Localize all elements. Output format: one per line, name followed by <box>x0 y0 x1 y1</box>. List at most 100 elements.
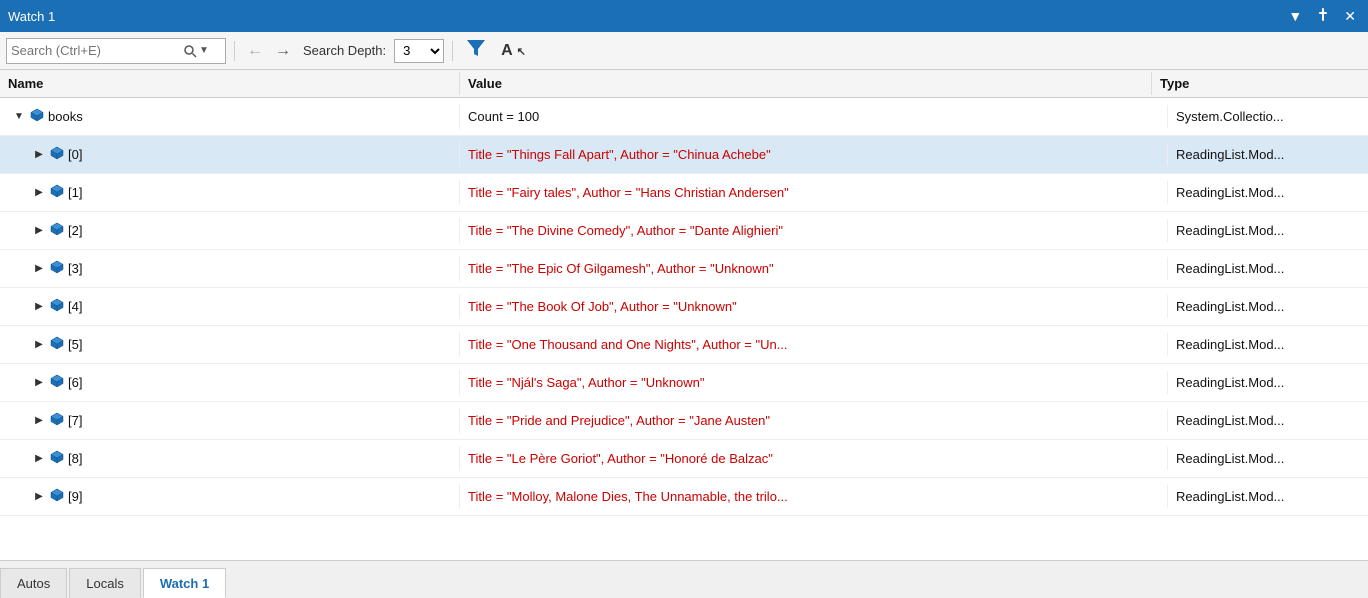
name-text: [7] <box>68 413 82 428</box>
expand-button[interactable]: ▶ <box>32 377 46 388</box>
cube-icon <box>50 222 64 239</box>
cell-name: ▶ [1] <box>0 180 460 205</box>
toolbar-separator-1 <box>234 41 235 61</box>
cell-value: Title = "Le Père Goriot", Author = "Hono… <box>460 447 1168 470</box>
name-text: [2] <box>68 223 82 238</box>
title-bar-title: Watch 1 <box>8 9 1284 24</box>
col-header-value: Value <box>460 72 1152 95</box>
expand-button[interactable]: ▶ <box>32 263 46 274</box>
dropdown-button[interactable]: ▼ <box>1284 7 1306 25</box>
search-box[interactable]: ▼ <box>6 38 226 64</box>
pin-button[interactable] <box>1312 6 1334 26</box>
table-row[interactable]: ▶ [2]Title = "The Divine Comedy", Author… <box>0 212 1368 250</box>
font-button[interactable]: A ↖ <box>495 40 532 62</box>
expand-button[interactable]: ▶ <box>32 301 46 312</box>
name-text: [9] <box>68 489 82 504</box>
toolbar: ▼ ← → Search Depth: 3 1 2 4 5 A ↖ <box>0 32 1368 70</box>
expand-button[interactable]: ▶ <box>32 149 46 160</box>
table-row[interactable]: ▶ [9]Title = "Molloy, Malone Dies, The U… <box>0 478 1368 516</box>
name-text: [4] <box>68 299 82 314</box>
cube-icon <box>50 298 64 315</box>
filter-icon <box>467 40 485 56</box>
title-bar: Watch 1 ▼ ✕ <box>0 0 1368 32</box>
name-text: [5] <box>68 337 82 352</box>
col-header-type: Type <box>1152 72 1352 95</box>
name-text: [8] <box>68 451 82 466</box>
table-row[interactable]: ▶ [6]Title = "Njál's Saga", Author = "Un… <box>0 364 1368 402</box>
expand-button[interactable]: ▼ <box>12 111 26 122</box>
search-icon <box>183 44 197 58</box>
cell-name: ▶ [3] <box>0 256 460 281</box>
table-header: Name Value Type <box>0 70 1368 98</box>
cell-type: System.Collectio... <box>1168 105 1368 128</box>
filter-button[interactable] <box>461 37 491 64</box>
table-row[interactable]: ▶ [7]Title = "Pride and Prejudice", Auth… <box>0 402 1368 440</box>
cell-value: Title = "Njál's Saga", Author = "Unknown… <box>460 371 1168 394</box>
tab-watch1[interactable]: Watch 1 <box>143 568 226 598</box>
table-row[interactable]: ▶ [8]Title = "Le Père Goriot", Author = … <box>0 440 1368 478</box>
font-icon: A <box>501 42 513 59</box>
cell-value: Title = "One Thousand and One Nights", A… <box>460 333 1168 356</box>
cell-type: ReadingList.Mod... <box>1168 219 1368 242</box>
cell-type: ReadingList.Mod... <box>1168 409 1368 432</box>
search-icon-button[interactable]: ▼ <box>181 44 211 58</box>
tab-locals[interactable]: Locals <box>69 568 141 598</box>
cell-type: ReadingList.Mod... <box>1168 143 1368 166</box>
table-row[interactable]: ▼ booksCount = 100System.Collectio... <box>0 98 1368 136</box>
cell-name: ▶ [9] <box>0 484 460 509</box>
expand-button[interactable]: ▶ <box>32 225 46 236</box>
cell-type: ReadingList.Mod... <box>1168 371 1368 394</box>
cube-icon <box>50 146 64 163</box>
search-depth-select[interactable]: 3 1 2 4 5 <box>394 39 444 63</box>
cube-icon <box>50 184 64 201</box>
cell-value: Title = "The Epic Of Gilgamesh", Author … <box>460 257 1168 280</box>
cube-icon <box>50 450 64 467</box>
cube-icon <box>50 336 64 353</box>
expand-button[interactable]: ▶ <box>32 491 46 502</box>
cell-value: Title = "Things Fall Apart", Author = "C… <box>460 143 1168 166</box>
cell-type: ReadingList.Mod... <box>1168 257 1368 280</box>
back-button[interactable]: ← <box>243 40 267 62</box>
cell-value: Title = "The Divine Comedy", Author = "D… <box>460 219 1168 242</box>
cube-icon <box>30 108 44 125</box>
title-bar-controls: ▼ ✕ <box>1284 6 1360 26</box>
cell-name: ▶ [0] <box>0 142 460 167</box>
cell-type: ReadingList.Mod... <box>1168 333 1368 356</box>
search-input[interactable] <box>11 43 181 58</box>
name-text: [1] <box>68 185 82 200</box>
tab-autos[interactable]: Autos <box>0 568 67 598</box>
cell-type: ReadingList.Mod... <box>1168 485 1368 508</box>
name-text: books <box>48 109 83 124</box>
cell-type: ReadingList.Mod... <box>1168 447 1368 470</box>
cube-icon <box>50 260 64 277</box>
cursor-indicator: ↖ <box>517 46 526 58</box>
cell-name: ▶ [4] <box>0 294 460 319</box>
cell-name: ▶ [7] <box>0 408 460 433</box>
expand-button[interactable]: ▶ <box>32 339 46 350</box>
cell-name: ▶ [6] <box>0 370 460 395</box>
forward-button[interactable]: → <box>271 40 295 62</box>
close-button[interactable]: ✕ <box>1340 7 1360 25</box>
col-header-name: Name <box>0 72 460 95</box>
cube-icon <box>50 412 64 429</box>
cell-name: ▼ books <box>0 104 460 129</box>
cell-value: Title = "Molloy, Malone Dies, The Unnama… <box>460 485 1168 508</box>
cell-name: ▶ [8] <box>0 446 460 471</box>
table-row[interactable]: ▶ [3]Title = "The Epic Of Gilgamesh", Au… <box>0 250 1368 288</box>
table-row[interactable]: ▶ [5] Title = "One Thousand and One Night… <box>0 326 1368 364</box>
expand-button[interactable]: ▶ <box>32 187 46 198</box>
table-row[interactable]: ▶ [4]Title = "The Book Of Job", Author =… <box>0 288 1368 326</box>
expand-button[interactable]: ▶ <box>32 453 46 464</box>
table-row[interactable]: ▶ [1]Title = "Fairy tales", Author = "Ha… <box>0 174 1368 212</box>
table-row[interactable]: ▶ [0]Title = "Things Fall Apart", Author… <box>0 136 1368 174</box>
table-body[interactable]: ▼ booksCount = 100System.Collectio...▶ [… <box>0 98 1368 560</box>
cube-icon <box>50 374 64 391</box>
name-text: [6] <box>68 375 82 390</box>
cell-name: ▶ [2] <box>0 218 460 243</box>
expand-button[interactable]: ▶ <box>32 415 46 426</box>
cell-value: Title = "The Book Of Job", Author = "Unk… <box>460 295 1168 318</box>
toolbar-separator-2 <box>452 41 453 61</box>
cell-value: Title = "Pride and Prejudice", Author = … <box>460 409 1168 432</box>
search-dropdown-arrow: ▼ <box>199 45 209 56</box>
cube-icon <box>50 488 64 505</box>
